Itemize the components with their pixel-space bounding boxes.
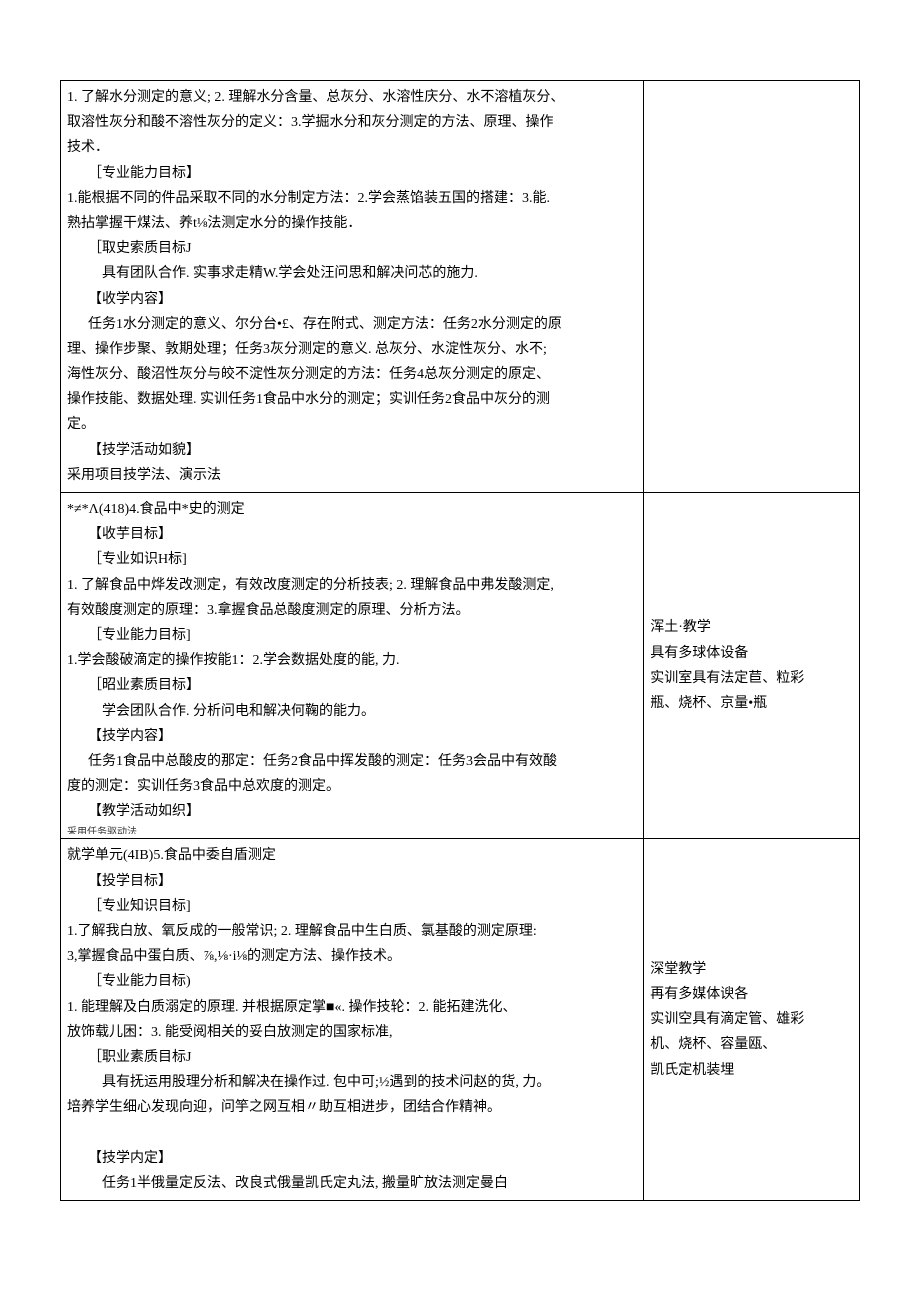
section-heading: ［专业能力目标】 bbox=[67, 161, 637, 186]
cell-side-1 bbox=[644, 81, 860, 493]
section-heading: ［专业能力目标] bbox=[67, 623, 637, 648]
text-line: 1. 能理解及白质溺定的原理. 并根据原定掌■«. 操作技轮：2. 能拓建洗化、 bbox=[67, 995, 637, 1020]
section-heading: ［专业能力目标) bbox=[67, 969, 637, 994]
text-line: 定。 bbox=[67, 412, 637, 437]
section-heading: 【收芋目标】 bbox=[67, 522, 637, 547]
text-line: 任务1水分测定的意义、尔分台•£、存在附式、测定方法：任务2水分测定的原 bbox=[67, 312, 637, 337]
section-heading: 【投学目标】 bbox=[67, 869, 637, 894]
unit-title: *≠*Λ(418)4.食品中*史的测定 bbox=[67, 497, 637, 522]
section-heading: 【技学内定】 bbox=[67, 1146, 637, 1171]
text-line: 理、操作步聚、敦期处理；任务3灰分测定的意义. 总灰分、水淀性灰分、水不; bbox=[67, 337, 637, 362]
text-line: 再有多媒体谀各 bbox=[650, 982, 853, 1007]
text-line: 1.学会酸破滴定的操作按能1：2.学会数据处度的能, 力. bbox=[67, 648, 637, 673]
text-line: 技术． bbox=[67, 135, 637, 160]
text-line: 具有多球体设备 bbox=[650, 641, 853, 666]
table-row: 1. 了解水分测定的意义; 2. 理解水分含量、总灰分、水溶性庆分、水不溶植灰分… bbox=[61, 81, 860, 493]
text-line: 培养学生细心发现向迎，问竽之网互相〃助互相进步，团结合作精神。 bbox=[67, 1095, 637, 1120]
text-line: 任务1半俄量定反法、改良式俄量凯氏定丸法, 搬量旷放法测定曼白 bbox=[67, 1171, 637, 1196]
section-heading: ［昭业素质目标】 bbox=[67, 673, 637, 698]
text-line: 任务1食品中总酸皮的那定：任务2食品中挥发酸的测定：任务3会品中有效酸 bbox=[67, 749, 637, 774]
text-line: 深堂教学 bbox=[650, 957, 853, 982]
text-line: 学会团队合作. 分析问电和解决何鞠的能力。 bbox=[67, 699, 637, 724]
cell-main-1: 1. 了解水分测定的意义; 2. 理解水分含量、总灰分、水溶性庆分、水不溶植灰分… bbox=[61, 81, 644, 493]
cell-side-2: 浑土·教学 具有多球体设备 实训室具有法定苣、粒彩 瓶、烧杯、京量•瓶 bbox=[644, 493, 860, 839]
section-heading: 【技学活动如貌】 bbox=[67, 438, 637, 463]
cell-side-3: 深堂教学 再有多媒体谀各 实训空具有滴定管、雄彩 机、烧杯、容量瓯、 凯氏定机装… bbox=[644, 839, 860, 1201]
section-heading: ［职业素质目标J bbox=[67, 1045, 637, 1070]
text-line: 机、烧杯、容量瓯、 bbox=[650, 1032, 853, 1057]
text-line bbox=[67, 1121, 637, 1146]
text-line: 度的测定：实训任务3食品中总欢度的测定。 bbox=[67, 774, 637, 799]
content-table: 1. 了解水分测定的意义; 2. 理解水分含量、总灰分、水溶性庆分、水不溶植灰分… bbox=[60, 80, 860, 1201]
section-heading: 【收学内容】 bbox=[67, 287, 637, 312]
text-line: 1.能根据不同的件品采取不同的水分制定方法：2.学会蒸馅装五国的搭建：3.能. bbox=[67, 186, 637, 211]
text-line: 1. 了解水分测定的意义; 2. 理解水分含量、总灰分、水溶性庆分、水不溶植灰分… bbox=[67, 85, 637, 110]
cell-main-3: 就学单元(4IB)5.食品中委自盾测定 【投学目标】 ［专业知识目标] 1.了解… bbox=[61, 839, 644, 1201]
section-heading: 【技学内容】 bbox=[67, 724, 637, 749]
section-heading: ［专业知识目标] bbox=[67, 894, 637, 919]
text-line: 采用项目技学法、演示法 bbox=[67, 463, 637, 488]
text-line: 具有抚运用股理分析和解决在操作过. 包中可;½遇到的技术问赵的货, 力。 bbox=[67, 1070, 637, 1095]
text-line: 1.了解我白放、氧反成的一般常识; 2. 理解食品中生白质、氯基酸的测定原理: bbox=[67, 919, 637, 944]
section-heading: 【教学活动如织】 bbox=[67, 799, 637, 824]
text-line: 具有团队合作. 实事求走精W.学会处汪问思和解决问芯的施力. bbox=[67, 261, 637, 286]
text-line: 采用任务驱动法 bbox=[67, 824, 637, 834]
text-line: 浑土·教学 bbox=[650, 615, 853, 640]
text-line: 有效酸度测定的原理：3.拿握食品总酸度测定的原理、分析方法。 bbox=[67, 598, 637, 623]
table-row: *≠*Λ(418)4.食品中*史的测定 【收芋目标】 ［专业如识H标] 1. 了… bbox=[61, 493, 860, 839]
text-line: 实训空具有滴定管、雄彩 bbox=[650, 1007, 853, 1032]
section-heading: ［专业如识H标] bbox=[67, 547, 637, 572]
text-line: 熟拈掌握干煤法、养t⅛法测定水分的操作技能． bbox=[67, 211, 637, 236]
cell-main-2: *≠*Λ(418)4.食品中*史的测定 【收芋目标】 ［专业如识H标] 1. 了… bbox=[61, 493, 644, 839]
text-line: 3,掌握食品中蛋白质、⅞,⅛·i⅛的测定方法、操作技术。 bbox=[67, 944, 637, 969]
table-row: 就学单元(4IB)5.食品中委自盾测定 【投学目标】 ［专业知识目标] 1.了解… bbox=[61, 839, 860, 1201]
section-heading: ［取史索质目标J bbox=[67, 236, 637, 261]
text-line: 操作技能、数据处理. 实训任务1食品中水分的测定；实训任务2食品中灰分的测 bbox=[67, 387, 637, 412]
text-line: 凯氏定机装埋 bbox=[650, 1058, 853, 1083]
unit-title: 就学单元(4IB)5.食品中委自盾测定 bbox=[67, 843, 637, 868]
text-line: 海性灰分、酸沼性灰分与皎不淀性灰分测定的方法：任务4总灰分测定的原定、 bbox=[67, 362, 637, 387]
text-line: 实训室具有法定苣、粒彩 bbox=[650, 666, 853, 691]
text-line: 瓶、烧杯、京量•瓶 bbox=[650, 691, 853, 716]
text-line: 放饰载儿困：3. 能受阅相关的妥白放测定的国家标准, bbox=[67, 1020, 637, 1045]
text-line: 1. 了解食品中烨发改测定，有效改度测定的分析技表; 2. 理解食品中弗发酸测定… bbox=[67, 573, 637, 598]
text-line: 取溶性灰分和酸不溶性灰分的定义：3.学掘水分和灰分测定的方法、原理、操作 bbox=[67, 110, 637, 135]
